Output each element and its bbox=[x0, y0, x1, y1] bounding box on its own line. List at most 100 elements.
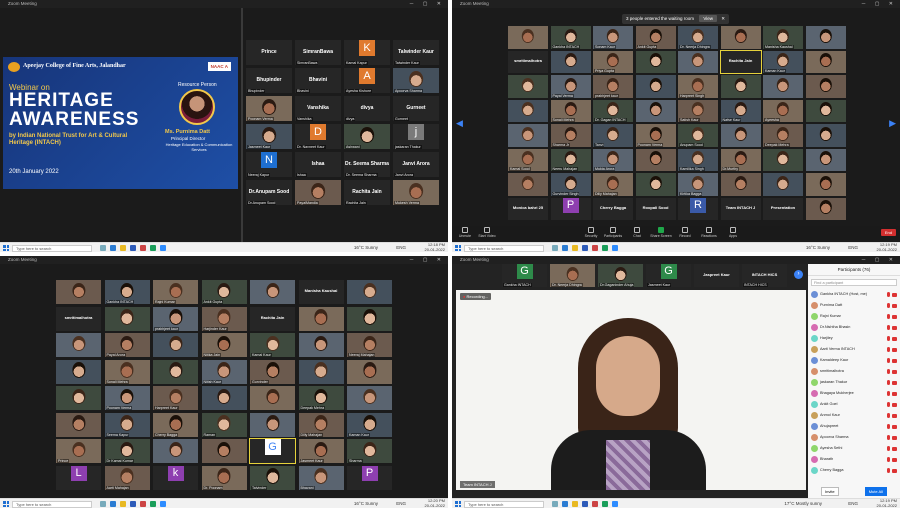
weather-widget[interactable]: 17°C Mostly sunny bbox=[784, 499, 822, 508]
participant-tile[interactable]: Dr.Anupam Sood Dr.Anupam Sood bbox=[246, 180, 292, 205]
participant-tile[interactable]: Kaman Kaur bbox=[347, 412, 392, 437]
excel-icon[interactable] bbox=[150, 245, 156, 251]
invite-button[interactable]: Invite bbox=[821, 487, 839, 496]
toolbar-participants-button[interactable]: Participants bbox=[602, 227, 624, 238]
participant-tile[interactable] bbox=[763, 75, 803, 98]
folder-icon[interactable] bbox=[572, 245, 578, 251]
toolbar-share-screen-button[interactable]: Share Screen bbox=[650, 227, 672, 238]
participant-tile[interactable]: Sonali Mehra bbox=[104, 359, 150, 384]
participant-tile[interactable]: Poonam Verma bbox=[104, 386, 150, 410]
participant-tile[interactable] bbox=[104, 306, 150, 331]
participant-tile[interactable] bbox=[56, 412, 101, 437]
participant-tile[interactable]: Sonam Kaur bbox=[593, 26, 633, 49]
participant-tile[interactable]: Bhavini Bhavini bbox=[295, 68, 341, 93]
participant-tile[interactable]: smritimalhotra bbox=[56, 306, 101, 331]
vertical-divider[interactable] bbox=[241, 8, 243, 242]
participant-tile[interactable]: P bbox=[550, 197, 591, 220]
participant-tile[interactable]: Dr. Neerja Dhingra bbox=[678, 26, 718, 49]
participant-tile[interactable]: j jaskaran Thakur bbox=[393, 124, 439, 149]
participant-row[interactable]: Cherry Bagga bbox=[808, 465, 900, 476]
excel-icon[interactable] bbox=[602, 245, 608, 251]
clock[interactable]: 12:20 PM 20-01-2022 bbox=[425, 498, 445, 508]
participant-tile[interactable] bbox=[201, 386, 247, 410]
participant-row[interactable]: Bharath bbox=[808, 454, 900, 465]
participant-row[interactable]: Bhagaya Mukherjee bbox=[808, 388, 900, 399]
participant-tile[interactable]: Kirtika Bagga bbox=[678, 173, 718, 196]
next-thumbnail-arrow-icon[interactable]: › bbox=[794, 270, 803, 279]
participant-tile[interactable]: Dr.Murthy bbox=[720, 148, 761, 171]
participant-tile[interactable]: Dilly Mahajan bbox=[298, 412, 344, 437]
participant-search-input[interactable]: Find a participant bbox=[811, 279, 897, 286]
participant-row[interactable]: Dr.Nishtha Bhasin bbox=[808, 322, 900, 333]
participant-tile[interactable]: Poonam Verma bbox=[246, 96, 292, 121]
participant-tile[interactable]: k bbox=[153, 465, 198, 490]
excel-icon[interactable] bbox=[602, 501, 608, 507]
clock[interactable]: 12:18 PM 20-01-2022 bbox=[425, 242, 445, 252]
participant-tile[interactable]: Tanvi bbox=[593, 124, 633, 147]
participant-tile[interactable]: PayalMandia bbox=[295, 180, 341, 205]
participant-tile[interactable]: Anupam Sood bbox=[678, 124, 718, 147]
edge-icon[interactable] bbox=[562, 501, 568, 507]
participant-tile[interactable] bbox=[508, 26, 548, 49]
folder-icon[interactable] bbox=[120, 245, 126, 251]
mute-all-button[interactable]: Mute All bbox=[864, 487, 887, 496]
participant-tile[interactable]: Bhavani bbox=[298, 465, 344, 490]
folder-icon[interactable] bbox=[572, 501, 578, 507]
zoom-icon[interactable] bbox=[160, 501, 166, 507]
participant-tile[interactable]: Cherry Bagga bbox=[593, 197, 633, 220]
participant-tile[interactable] bbox=[720, 124, 761, 147]
participant-tile[interactable] bbox=[805, 26, 846, 49]
windows-start-icon[interactable] bbox=[3, 245, 9, 251]
windows-start-icon[interactable] bbox=[3, 501, 9, 507]
participant-tile[interactable] bbox=[635, 99, 676, 122]
participant-tile[interactable]: Jasmeet Kaur bbox=[246, 124, 292, 149]
participant-tile[interactable] bbox=[805, 197, 846, 220]
participant-tile[interactable]: Payal Arora bbox=[104, 333, 150, 357]
participant-tile[interactable]: SimranBawa SimranBawa bbox=[295, 40, 341, 65]
toolbar-apps-button[interactable]: Apps bbox=[722, 227, 744, 238]
participant-tile[interactable] bbox=[508, 99, 548, 122]
participant-tile[interactable] bbox=[635, 148, 676, 171]
participant-tile[interactable]: Dr. Seema Sharma Dr. Seema Sharma bbox=[344, 152, 390, 177]
end-meeting-button[interactable]: End bbox=[880, 229, 896, 236]
participant-tile[interactable] bbox=[56, 280, 101, 304]
taskbar-search-input[interactable]: Type here to search bbox=[12, 500, 92, 508]
toolbar-reactions-button[interactable]: Reactions bbox=[698, 227, 720, 238]
participant-tile[interactable]: Team INTACH J bbox=[720, 197, 761, 220]
participant-tile[interactable]: Dr. Gagan INTACH bbox=[593, 99, 633, 122]
word-icon[interactable] bbox=[130, 501, 136, 507]
participant-tile[interactable]: L bbox=[56, 465, 101, 490]
participant-tile[interactable]: Deepak Mehra bbox=[763, 124, 803, 147]
participant-tile[interactable]: Nitika Jain bbox=[201, 333, 247, 357]
participant-row[interactable]: Anmol Kaur bbox=[808, 410, 900, 421]
language-indicator[interactable]: ENG bbox=[848, 243, 858, 252]
participant-tile[interactable]: Prince bbox=[246, 40, 292, 65]
prev-page-arrow-icon[interactable]: ◀ bbox=[456, 118, 463, 129]
toolbar-chat-button[interactable]: Chat bbox=[626, 227, 648, 238]
participant-tile[interactable]: Kamilika Singh bbox=[678, 148, 718, 171]
edge-icon[interactable] bbox=[110, 501, 116, 507]
participant-tile[interactable]: K Kamal Kapur bbox=[344, 40, 390, 65]
toolbar-start-video-button[interactable]: Start Video bbox=[476, 227, 498, 238]
participant-tile[interactable]: N Neeraj Kapur bbox=[246, 152, 292, 177]
view-button[interactable]: View bbox=[699, 15, 717, 22]
participant-row[interactable]: Apoorva Sharma bbox=[808, 432, 900, 443]
participant-tile[interactable] bbox=[720, 26, 761, 49]
participant-tile[interactable]: Payal Verma bbox=[550, 75, 591, 98]
participant-tile[interactable]: Prince bbox=[56, 439, 101, 463]
participant-tile[interactable]: Ankit Gupta bbox=[635, 26, 676, 49]
powerpoint-icon[interactable] bbox=[140, 245, 146, 251]
windows-start-icon[interactable] bbox=[455, 245, 461, 251]
participant-tile[interactable]: Raman bbox=[201, 412, 247, 437]
participant-tile[interactable] bbox=[347, 359, 392, 384]
participant-row[interactable]: Aarti Verma INTACH bbox=[808, 344, 900, 355]
participant-tile[interactable]: Dr Kamal Kumar bbox=[104, 439, 150, 463]
participant-tile[interactable] bbox=[153, 359, 198, 384]
participant-tile[interactable]: Sonali Mehra bbox=[550, 99, 591, 122]
participant-row[interactable]: Gankha INTACH (Host, me) bbox=[808, 289, 900, 300]
participant-tile[interactable]: Cherry Bagga bbox=[153, 412, 198, 437]
participant-tile[interactable] bbox=[250, 412, 295, 437]
participant-tile[interactable]: Manisha Kaushal bbox=[763, 26, 803, 49]
participant-tile[interactable]: Nafse Kaur bbox=[720, 99, 761, 122]
clock[interactable]: 12:19 PM 20-01-2022 bbox=[877, 242, 897, 252]
